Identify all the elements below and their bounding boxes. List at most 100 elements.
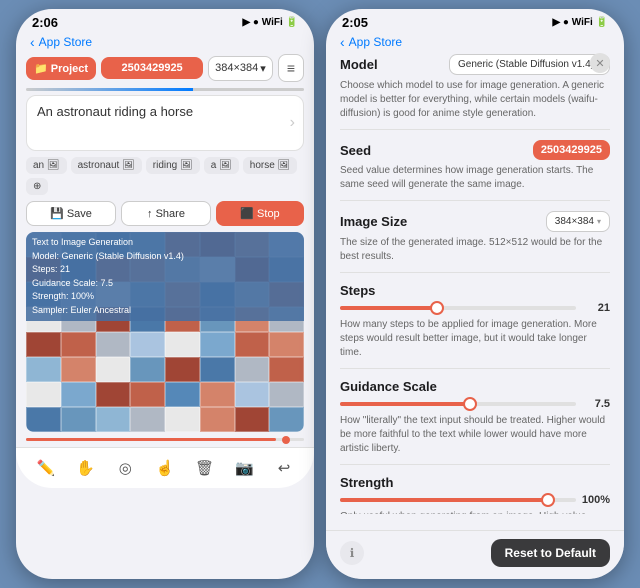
- strength-slider-thumb: [541, 493, 555, 507]
- top-slider[interactable]: [26, 88, 304, 91]
- action-row: 💾 Save ↑ Share ⬛ Stop: [26, 201, 304, 226]
- mosaic-cell: [200, 332, 235, 357]
- model-label: Model: [340, 57, 378, 72]
- guidance-label: Guidance Scale: [340, 379, 437, 394]
- tool-camera[interactable]: 📷: [228, 452, 260, 484]
- image-size-label: Image Size: [340, 214, 407, 229]
- progress-fill: [26, 438, 276, 441]
- mosaic-cell: [235, 357, 270, 382]
- status-icons-right: ▶ ● WiFi 🔋: [552, 17, 608, 28]
- status-bar-right: 2:05 ▶ ● WiFi 🔋: [326, 9, 624, 32]
- prompt-arrow-icon: ›: [290, 114, 295, 132]
- overlay-line3: Steps: 21: [32, 263, 298, 277]
- info-button[interactable]: ℹ: [340, 541, 364, 565]
- reset-button[interactable]: Reset to Default: [491, 539, 610, 567]
- divider4: [340, 368, 610, 369]
- seed-value-badge[interactable]: 2503429925: [533, 140, 610, 160]
- tool-finger[interactable]: ☝: [149, 452, 181, 484]
- image-size-row: Image Size 384×384 ▾: [340, 211, 610, 232]
- project-button[interactable]: 📁 Project: [26, 57, 96, 80]
- tag-astronaut[interactable]: astronaut 🖼: [71, 157, 142, 174]
- model-dropdown[interactable]: Generic (Stable Diffusion v1.4) ▾: [449, 54, 610, 75]
- mosaic-cell: [130, 332, 165, 357]
- image-size-section: Image Size 384×384 ▾ The size of the gen…: [340, 211, 610, 273]
- mosaic-cell: [96, 357, 131, 382]
- strength-slider-container: 100%: [340, 494, 610, 506]
- nav-right[interactable]: ‹ App Store: [326, 32, 624, 54]
- image-overlay: Text to Image Generation Model: Generic …: [26, 232, 304, 321]
- time-left: 2:06: [32, 15, 58, 30]
- close-button[interactable]: ✕: [590, 53, 610, 73]
- steps-desc: How many steps to be applied for image g…: [340, 318, 610, 360]
- steps-label: Steps: [340, 283, 375, 298]
- mosaic-cell: [269, 332, 304, 357]
- strength-desc: Only useful when generating from an imag…: [340, 510, 610, 514]
- top-slider-row: [26, 88, 304, 91]
- model-desc: Choose which model to use for image gene…: [340, 79, 610, 121]
- status-bar-left: 2:06 ▶ ● WiFi 🔋: [16, 9, 314, 32]
- tool-pencil[interactable]: ✏️: [30, 452, 62, 484]
- back-arrow-left: ‹: [30, 34, 35, 50]
- steps-slider-fill: [340, 306, 437, 310]
- mosaic-cell: [61, 382, 96, 407]
- nav-title-left[interactable]: App Store: [39, 35, 92, 49]
- divider5: [340, 464, 610, 465]
- prompt-text: An astronaut riding a horse: [37, 104, 193, 119]
- mosaic-cell: [26, 407, 61, 432]
- image-size-value: 384×384: [555, 216, 594, 227]
- seed-label: Seed: [340, 143, 371, 158]
- mosaic-cell: [165, 332, 200, 357]
- guidance-value: 7.5: [582, 398, 610, 410]
- strength-slider-fill: [340, 498, 548, 502]
- status-icons-left: ▶ ● WiFi 🔋: [242, 17, 298, 28]
- share-button[interactable]: ↑ Share: [121, 201, 211, 226]
- right-phone: 2:05 ▶ ● WiFi 🔋 ‹ App Store ✕ Model Gene…: [326, 9, 624, 579]
- tool-trash[interactable]: 🗑: [189, 452, 221, 484]
- overlay-line6: Sampler: Euler Ancestral: [32, 304, 298, 318]
- image-size-dropdown[interactable]: 384×384 ▾: [546, 211, 610, 232]
- overlay-line1: Text to Image Generation: [32, 236, 298, 250]
- steps-slider-container: 21: [340, 302, 610, 314]
- seed-desc: Seed value determines how image generati…: [340, 164, 610, 192]
- nav-title-right[interactable]: App Store: [349, 35, 402, 49]
- tool-undo[interactable]: ↩: [268, 452, 300, 484]
- seed-button[interactable]: 2503429925: [101, 57, 203, 79]
- tag-horse[interactable]: horse 🖼: [243, 157, 298, 174]
- mosaic-cell: [130, 407, 165, 432]
- chevron-down-icon2: ▾: [597, 217, 601, 226]
- mosaic-cell: [130, 357, 165, 382]
- strength-slider-track[interactable]: [340, 498, 576, 502]
- guidance-section: Guidance Scale 7.5 How "literally" the t…: [340, 379, 610, 465]
- save-button[interactable]: 💾 Save: [26, 201, 116, 226]
- progress-bar: [26, 438, 304, 441]
- back-arrow-right: ‹: [340, 34, 345, 50]
- filter-button[interactable]: ≡: [278, 54, 304, 82]
- steps-row: Steps: [340, 283, 610, 298]
- mosaic-cell: [165, 357, 200, 382]
- tag-riding[interactable]: riding 🖼: [146, 157, 200, 174]
- settings-scroll[interactable]: Model Generic (Stable Diffusion v1.4) ▾ …: [326, 54, 624, 514]
- guidance-slider-track[interactable]: [340, 402, 576, 406]
- divider1: [340, 129, 610, 130]
- tool-eraser[interactable]: ◎: [109, 452, 141, 484]
- tag-an[interactable]: an 🖼: [26, 157, 67, 174]
- size-selector[interactable]: 384×384 ▾: [208, 56, 273, 81]
- mosaic-cell: [130, 382, 165, 407]
- tool-hand[interactable]: ✋: [70, 452, 102, 484]
- tag-add[interactable]: ⊕: [26, 178, 48, 195]
- nav-left[interactable]: ‹ App Store: [16, 32, 314, 54]
- guidance-slider-thumb: [463, 397, 477, 411]
- steps-slider-track[interactable]: [340, 306, 576, 310]
- image-area: Text to Image Generation Model: Generic …: [26, 232, 304, 432]
- strength-section: Strength 100% Only useful when generatin…: [340, 475, 610, 514]
- stop-button[interactable]: ⬛ Stop: [216, 201, 304, 226]
- prompt-box[interactable]: An astronaut riding a horse ›: [26, 95, 304, 151]
- steps-section: Steps 21 How many steps to be applied fo…: [340, 283, 610, 369]
- mosaic-cell: [165, 407, 200, 432]
- guidance-desc: How "literally" the text input should be…: [340, 414, 610, 456]
- tag-a[interactable]: a 🖼: [204, 157, 239, 174]
- time-right: 2:05: [342, 15, 368, 30]
- steps-value: 21: [582, 302, 610, 314]
- image-size-desc: The size of the generated image. 512×512…: [340, 236, 610, 264]
- mosaic-cell: [61, 332, 96, 357]
